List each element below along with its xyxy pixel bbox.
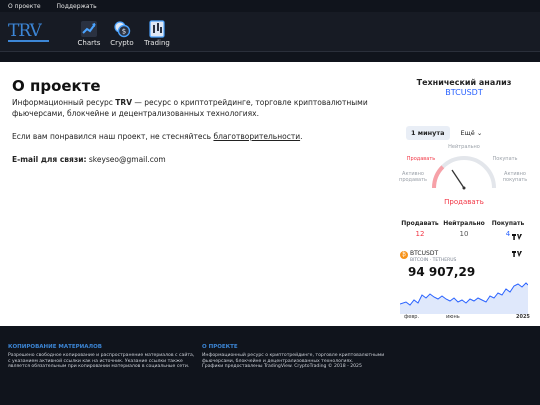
gauge-needle [451,169,465,189]
top-link-about[interactable]: О проекте [8,3,41,10]
gauge-label-neutral: Нейтрально [448,144,480,150]
ta-interval-tabs: 1 минута Ещё ⌄ [406,126,487,140]
chevron-down-icon: ⌄ [476,129,483,137]
mini-chart-sparkline [400,282,528,314]
footer-about-line-1: Информационный ресурс о криптотрейдинге,… [202,353,385,358]
chart-icon [81,21,97,37]
gauge-label-strong-buy: Активно покупать [502,171,528,183]
site-logo[interactable]: TRV [8,23,50,43]
bitcoin-icon: ₿ [400,251,408,259]
ta-counts: Продавать 12 Нейтрально 10 Покупать 4 [398,220,530,238]
intro-text-1: — ресурс о криптотрейдинге, торговле кри… [132,98,368,107]
footer-copy-title: КОПИРОВАНИЕ МАТЕРИАЛОВ [8,344,102,350]
contact-paragraph: E-mail для связи: skeyseo@gmail.com [12,154,372,165]
intro-brand: TRV [115,98,132,107]
footer-copy-line-1: Разрешено свободное копирование и распро… [8,353,195,358]
gauge-label-buy: Покупать [492,156,518,162]
charity-link[interactable]: благотворительности [213,132,300,141]
nav-charts[interactable]: Charts [74,20,104,47]
axis-label-2025: 2025 [516,314,530,320]
mini-chart-symbol: BTCUSDT [410,250,439,257]
mini-chart-exchange: BITCOIN · TETHERUS [410,258,457,263]
top-bar: О проекте Поддержать [0,0,540,12]
page-title: О проекте [12,77,101,95]
mini-chart-price: 94 907,29 [408,265,476,279]
tradingview-logo-icon[interactable] [512,234,522,242]
axis-label-june: июнь [446,314,460,320]
email-label: E-mail для связи: [12,155,87,164]
svg-text:$: $ [122,28,126,36]
mini-symbol-chart[interactable]: ₿ BTCUSDT BITCOIN · TETHERUS 94 907,29 ф… [400,250,530,322]
count-sell-label: Продавать [401,220,439,227]
ta-symbol[interactable]: BTCUSDT [398,88,530,97]
nav-trading[interactable]: Trading [142,20,172,47]
footer-about: О ПРОЕКТЕ Информационный ресурс о крипто… [202,344,392,370]
gauge-arc-base [432,156,496,189]
footer-about-line-3: Графики предоставлены TradingView. Crypt… [202,364,362,370]
count-neutral-value: 10 [459,230,469,238]
gauge-label-strong-sell: Активно продавать [399,171,427,183]
ta-verdict: Продавать [444,198,484,206]
count-sell-value: 12 [415,230,425,238]
count-buy-label: Покупать [491,220,525,227]
site-footer: КОПИРОВАНИЕ МАТЕРИАЛОВ Разрешено свободн… [0,338,540,405]
support-suffix: . [300,132,303,141]
intro-paragraph: Информационный ресурс TRV — ресурс о кри… [12,97,372,119]
nav-crypto[interactable]: $ Crypto [107,20,137,47]
count-buy-value: 4 [505,230,511,238]
tab-1-minute[interactable]: 1 минута [406,126,450,140]
footer-copy-line-3: является обязательным при копировании ма… [8,364,190,370]
count-neutral: Нейтрально 10 [442,220,486,238]
footer-about-title: О ПРОЕКТЕ [202,344,238,350]
logo-text: TRV [8,21,42,41]
intro-text-2: фьючерсами, блокчейне и децентрализованн… [12,109,259,118]
main-content: О проекте Информационный ресурс TRV — ре… [0,62,540,326]
technical-analysis-widget: Технический анализ BTCUSDT 1 минута Ещё … [398,78,530,238]
axis-label-feb: февр. [404,314,420,320]
ta-title: Технический анализ [416,78,512,87]
nav-crypto-label: Crypto [110,39,134,47]
tab-more-label: Ещё [460,129,475,137]
intro-prefix: Информационный ресурс [12,98,116,107]
site-header: TRV Charts $ Crypto Trading [0,12,540,52]
logo-underline [8,40,49,42]
nav-trading-label: Trading [144,39,170,47]
gauge-arc-sell [432,165,445,189]
trading-icon [149,20,165,38]
nav-charts-label: Charts [77,39,101,47]
email-value[interactable]: skeyseo@gmail.com [86,155,166,164]
count-sell: Продавать 12 [398,220,442,238]
gauge-label-sell: Продавать [406,156,436,162]
coins-icon: $ [114,21,131,38]
footer-copy-text: Разрешено свободное копирование и распро… [8,353,198,370]
count-neutral-label: Нейтрально [443,220,485,227]
support-paragraph: Если вам понравился наш проект, не стесн… [12,131,372,142]
top-link-support[interactable]: Поддержать [57,3,97,10]
support-prefix: Если вам понравился наш проект, не стесн… [12,132,214,141]
tab-more[interactable]: Ещё ⌄ [456,126,488,140]
footer-about-text: Информационный ресурс о криптотрейдинге,… [202,353,392,370]
count-buy: Покупать 4 [486,220,530,238]
footer-copying: КОПИРОВАНИЕ МАТЕРИАЛОВ Разрешено свободн… [8,344,198,370]
